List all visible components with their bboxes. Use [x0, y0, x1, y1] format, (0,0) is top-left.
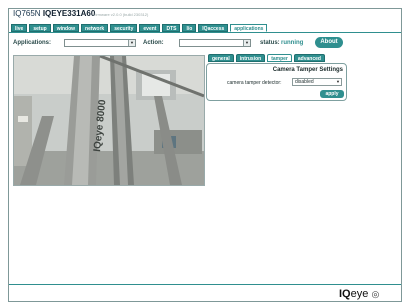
camera-video-feed[interactable]: IQeye 8000 [13, 55, 205, 186]
model-prefix: IQ765N [13, 9, 41, 18]
model-name: IQEYE331A60 [42, 9, 96, 18]
camera-model: IQ765N IQEYE331A60 [13, 9, 95, 18]
applications-label: Applications: [13, 40, 52, 46]
logo-bold: IQ [339, 288, 351, 300]
tab-io[interactable]: I/o [182, 24, 197, 32]
tamper-detector-select[interactable]: disabled ▼ [292, 78, 342, 86]
chevron-down-icon: ▼ [128, 40, 135, 46]
chevron-down-icon: ▼ [336, 79, 340, 84]
action-select[interactable]: ▼ [179, 39, 251, 47]
tab-security[interactable]: security [110, 24, 138, 32]
app-toolbar: Applications: ▼ Action: ▼ status: runnin… [9, 36, 401, 50]
subtab-general[interactable]: general [208, 54, 234, 62]
nav-divider [9, 32, 401, 33]
video-frame-image: IQeye 8000 [14, 56, 204, 185]
about-button[interactable]: About [315, 37, 343, 48]
panel-title: Camera Tamper Settings [272, 67, 343, 73]
tab-setup[interactable]: setup [29, 24, 51, 32]
main-nav: live setup window network security event… [11, 24, 268, 32]
firmware-info: Firmware v2.0.0 (build 230312) [93, 12, 149, 17]
iqeye-logo: IQeye ◎ [339, 288, 379, 300]
logo-rest: eye [350, 288, 369, 300]
subtab-intrusion[interactable]: intrusion [235, 54, 266, 62]
footer-divider [9, 284, 401, 285]
app-subtabs: general intrusion tamper advanced [208, 54, 325, 62]
applications-select[interactable]: ▼ [64, 39, 136, 47]
subtab-tamper[interactable]: tamper [267, 54, 292, 62]
status-label: status: [260, 40, 280, 46]
tab-network[interactable]: network [81, 24, 109, 32]
detector-label: camera tamper detector: [227, 80, 282, 86]
tab-window[interactable]: window [52, 24, 80, 32]
tab-iqaccess[interactable]: IQaccess [198, 24, 229, 32]
apply-button[interactable]: apply [320, 90, 344, 98]
app-frame: IQ765N IQEYE331A60 Firmware v2.0.0 (buil… [8, 8, 402, 302]
detector-value: disabled [295, 79, 314, 85]
eye-icon: ◎ [371, 289, 380, 299]
tab-applications[interactable]: applications [230, 24, 268, 32]
tab-dts[interactable]: DTS [162, 24, 181, 32]
action-label: Action: [143, 40, 164, 46]
chevron-down-icon: ▼ [243, 40, 250, 46]
tab-live[interactable]: live [11, 24, 28, 32]
subtab-advanced[interactable]: advanced [293, 54, 325, 62]
tamper-settings-panel: Camera Tamper Settings camera tamper det… [206, 63, 347, 101]
header: IQ765N IQEYE331A60 Firmware v2.0.0 (buil… [9, 9, 401, 18]
status-value: running [281, 40, 304, 46]
tab-event[interactable]: event [139, 24, 161, 32]
